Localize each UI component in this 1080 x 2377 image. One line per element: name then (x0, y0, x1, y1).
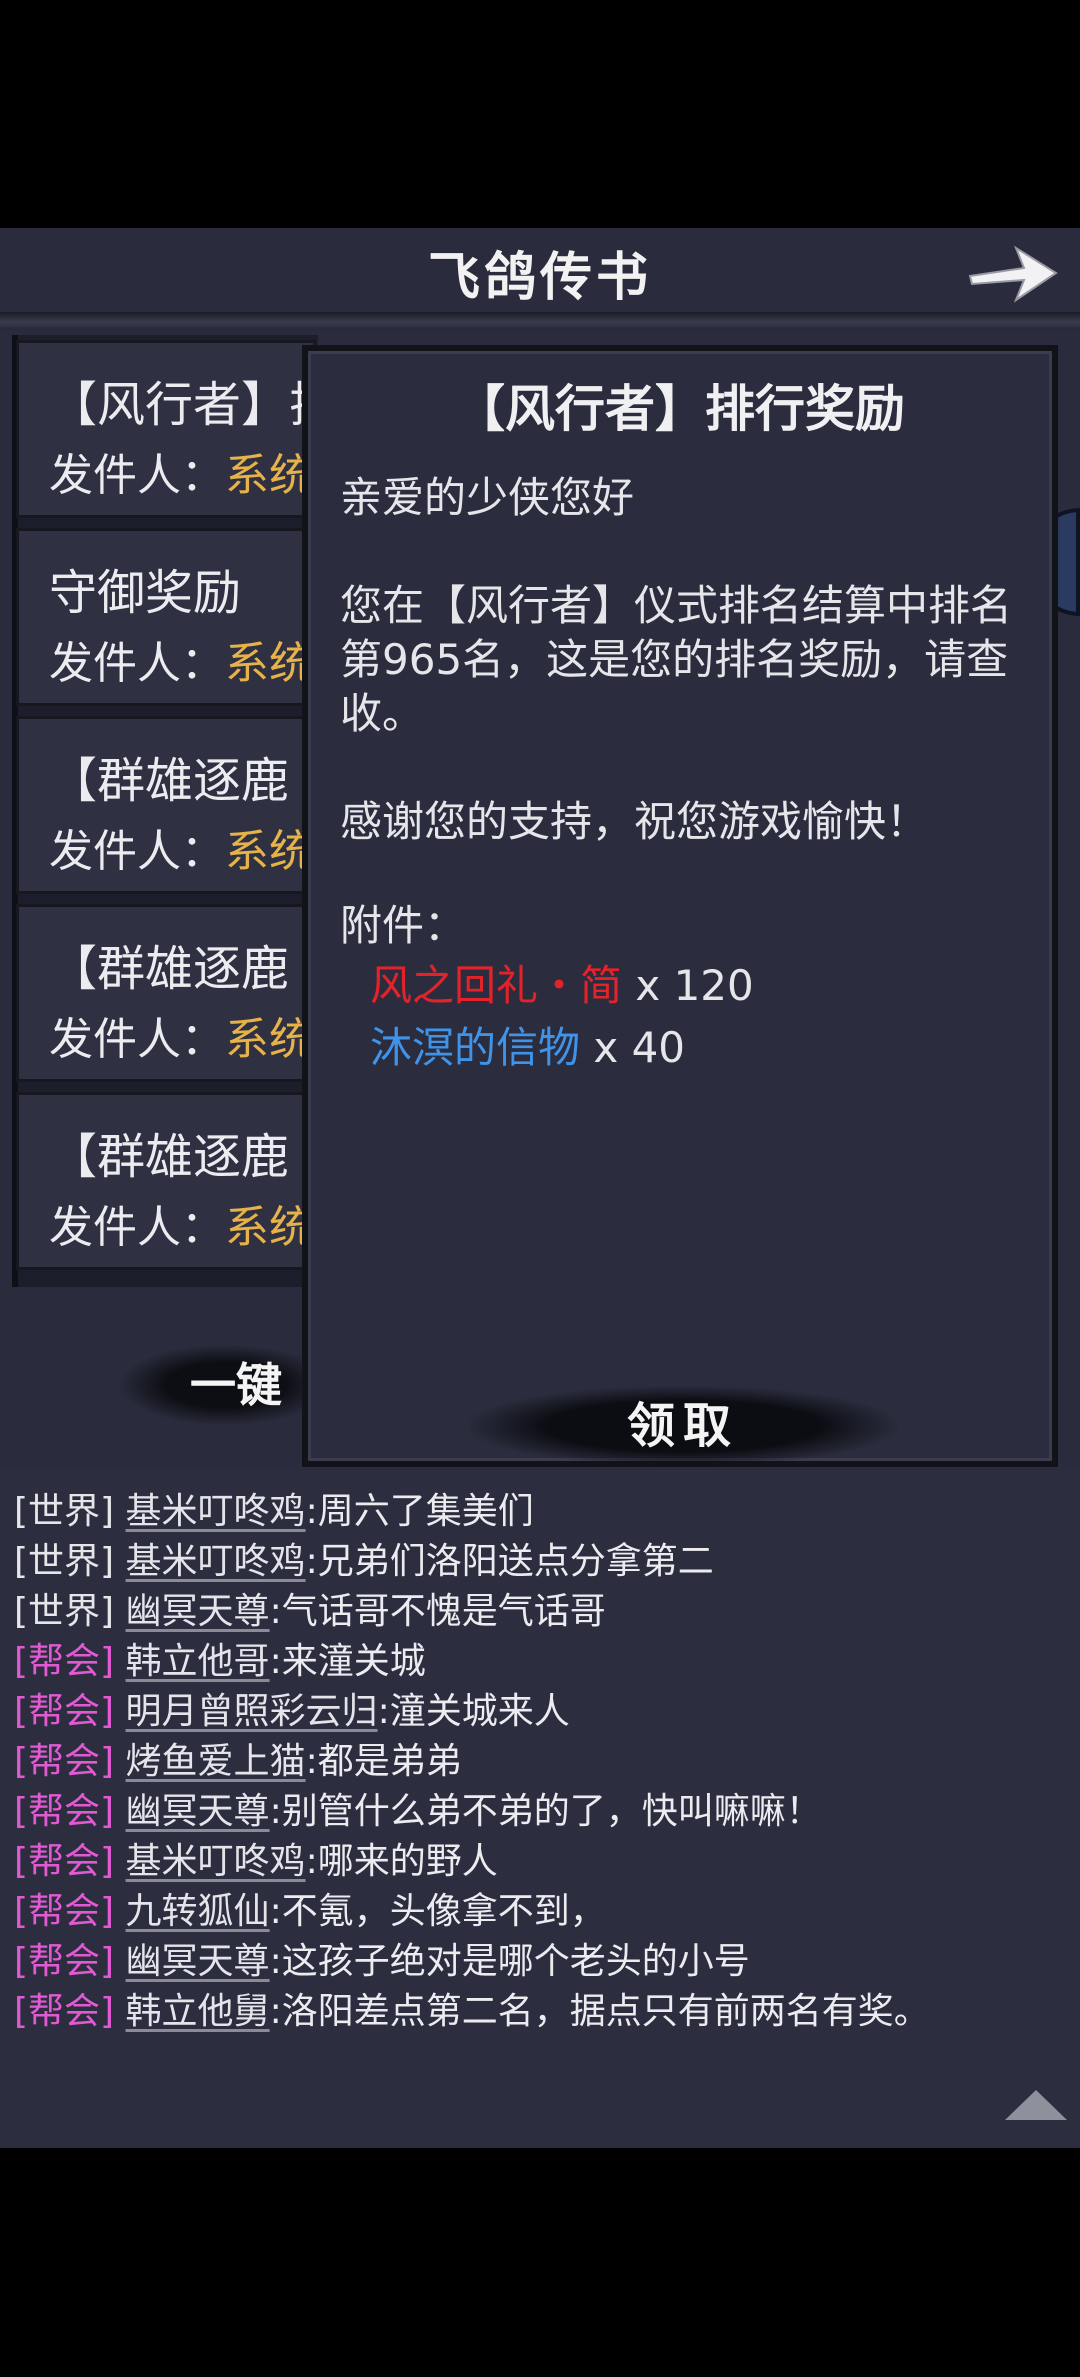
chat-channel: [世界] (14, 1491, 115, 1532)
triangle-up-icon[interactable] (1003, 2088, 1069, 2122)
chat-message: :这孩子绝对是哪个老头的小号 (269, 1941, 750, 1982)
chat-player-name[interactable]: 韩立他哥 (126, 1641, 270, 1682)
mail-content: 您在【风行者】仪式排名结算中排名第965名，这是您的排名奖励，请查收。 (340, 581, 1013, 738)
sender-label: 发件人： (49, 450, 225, 501)
chat-message: :周六了集美们 (305, 1491, 534, 1532)
chat-line[interactable]: [帮会] 韩立他舅:洛阳差点第二名，据点只有前两名有奖。 (14, 1982, 930, 2034)
mail-item[interactable]: 【风行者】排 发件人：系统 (16, 340, 316, 518)
chat-message: :潼关城来人 (377, 1691, 570, 1732)
chat-channel: [世界] (14, 1591, 115, 1632)
mail-item-sender: 发件人：系统 (49, 815, 313, 879)
chat-player-name[interactable]: 幽冥天尊 (126, 1791, 270, 1832)
chat-line[interactable]: [帮会] 烤鱼爱上猫:都是弟弟 (14, 1732, 462, 1784)
chat-message: :兄弟们洛阳送点分拿第二 (305, 1541, 714, 1582)
chat-message: :来潼关城 (269, 1641, 426, 1682)
attachment-qty: x 120 (635, 961, 754, 1010)
chat-player-name[interactable]: 幽冥天尊 (126, 1591, 270, 1632)
mail-item-title: 【群雄逐鹿 (49, 753, 290, 809)
chat-channel: [帮会] (14, 1891, 115, 1932)
chat-message: :不氪，头像拿不到， (269, 1891, 606, 1932)
mail-item-sender: 发件人：系统 (49, 439, 313, 503)
chat-message: :都是弟弟 (305, 1741, 462, 1782)
chat-message: :气话哥不愧是气话哥 (269, 1591, 606, 1632)
sender-label: 发件人： (49, 826, 225, 877)
chat-line[interactable]: [帮会] 幽冥天尊:别管什么弟不弟的了，快叫嘛嘛！ (14, 1782, 822, 1834)
mail-item-title: 【群雄逐鹿 (49, 1129, 290, 1185)
mail-item-sender: 发件人：系统 (49, 1003, 313, 1067)
sender-value: 系统 (225, 826, 313, 877)
mail-item-title: 守御奖励 (49, 565, 242, 621)
mail-item[interactable]: 【群雄逐鹿 发件人：系统 (16, 904, 316, 1082)
chat-line[interactable]: [世界] 基米叮咚鸡:兄弟们洛阳送点分拿第二 (14, 1532, 714, 1584)
sender-label: 发件人： (49, 638, 225, 689)
claim-button[interactable]: 领取 (468, 1386, 898, 1466)
chat-player-name[interactable]: 基米叮咚鸡 (126, 1841, 306, 1882)
attachments-label: 附件： (340, 901, 467, 950)
chat-player-name[interactable]: 明月曾照彩云归 (126, 1691, 378, 1732)
sender-value: 系统 (225, 1202, 313, 1253)
claim-all-button[interactable]: 一键 (120, 1345, 330, 1425)
chat-line[interactable]: [世界] 基米叮咚鸡:周六了集美们 (14, 1482, 534, 1534)
chat-channel: [帮会] (14, 1741, 115, 1782)
chat-channel: [帮会] (14, 1841, 115, 1882)
mail-detail-body: 亲爱的少侠您好 您在【风行者】仪式排名结算中排名第965名，这是您的排名奖励，请… (340, 471, 1030, 1079)
chat-message: :洛阳差点第二名，据点只有前两名有奖。 (269, 1991, 930, 2032)
chat-channel: [帮会] (14, 1941, 115, 1982)
chat-player-name[interactable]: 九转狐仙 (126, 1891, 270, 1932)
mail-thanks: 感谢您的支持，祝您游戏愉快！ (340, 797, 929, 846)
attachment-name: 风之回礼・简 (370, 961, 623, 1010)
chat-line[interactable]: [帮会] 九转狐仙:不氪，头像拿不到， (14, 1882, 606, 1934)
chat-channel: [帮会] (14, 1641, 115, 1682)
chat-player-name[interactable]: 幽冥天尊 (126, 1941, 270, 1982)
attachment-name: 沐溟的信物 (370, 1023, 581, 1072)
chat-line[interactable]: [世界] 幽冥天尊:气话哥不愧是气话哥 (14, 1582, 606, 1634)
chat-player-name[interactable]: 烤鱼爱上猫 (126, 1741, 306, 1782)
mail-item-sender: 发件人：系统 (49, 627, 313, 691)
chat-player-name[interactable]: 韩立他舅 (126, 1991, 270, 2032)
mail-item-title: 【风行者】排 (49, 377, 316, 433)
chat-message: :哪来的野人 (305, 1841, 498, 1882)
chat-message: :别管什么弟不弟的了，快叫嘛嘛！ (269, 1791, 822, 1832)
mail-item-title: 【群雄逐鹿 (49, 941, 290, 997)
sender-value: 系统 (225, 450, 313, 501)
attachment-item[interactable]: 风之回礼・简 x 120 (370, 955, 1030, 1017)
chat-line[interactable]: [帮会] 幽冥天尊:这孩子绝对是哪个老头的小号 (14, 1932, 750, 1984)
chat-channel: [世界] (14, 1541, 115, 1582)
chat-player-name[interactable]: 基米叮咚鸡 (126, 1491, 306, 1532)
sender-value: 系统 (225, 638, 313, 689)
sender-value: 系统 (225, 1014, 313, 1065)
mail-item[interactable]: 【群雄逐鹿 发件人：系统 (16, 1092, 316, 1270)
chat-line[interactable]: [帮会] 韩立他哥:来潼关城 (14, 1632, 426, 1684)
chat-channel: [帮会] (14, 1991, 115, 2032)
mail-item[interactable]: 【群雄逐鹿 发件人：系统 (16, 716, 316, 894)
mail-detail-title: 【风行者】排行奖励 (455, 380, 905, 438)
mail-detail-panel: 【风行者】排行奖励 亲爱的少侠您好 您在【风行者】仪式排名结算中排名第965名，… (302, 345, 1058, 1467)
chat-line[interactable]: [帮会] 基米叮咚鸡:哪来的野人 (14, 1832, 498, 1884)
attachment-item[interactable]: 沐溟的信物 x 40 (370, 1017, 1030, 1079)
mail-greeting: 亲爱的少侠您好 (340, 473, 635, 522)
chat-line[interactable]: [帮会] 明月曾照彩云归:潼关城来人 (14, 1682, 570, 1734)
chat-player-name[interactable]: 基米叮咚鸡 (126, 1541, 306, 1582)
header-divider (0, 312, 1080, 330)
mail-item-sender: 发件人：系统 (49, 1191, 313, 1255)
sender-label: 发件人： (49, 1014, 225, 1065)
chat-channel: [帮会] (14, 1691, 115, 1732)
chat-channel: [帮会] (14, 1791, 115, 1832)
attachment-qty: x 40 (593, 1023, 686, 1072)
sender-label: 发件人： (49, 1202, 225, 1253)
arrow-right-icon[interactable] (966, 238, 1060, 308)
mail-item[interactable]: 守御奖励 发件人：系统 (16, 528, 316, 706)
